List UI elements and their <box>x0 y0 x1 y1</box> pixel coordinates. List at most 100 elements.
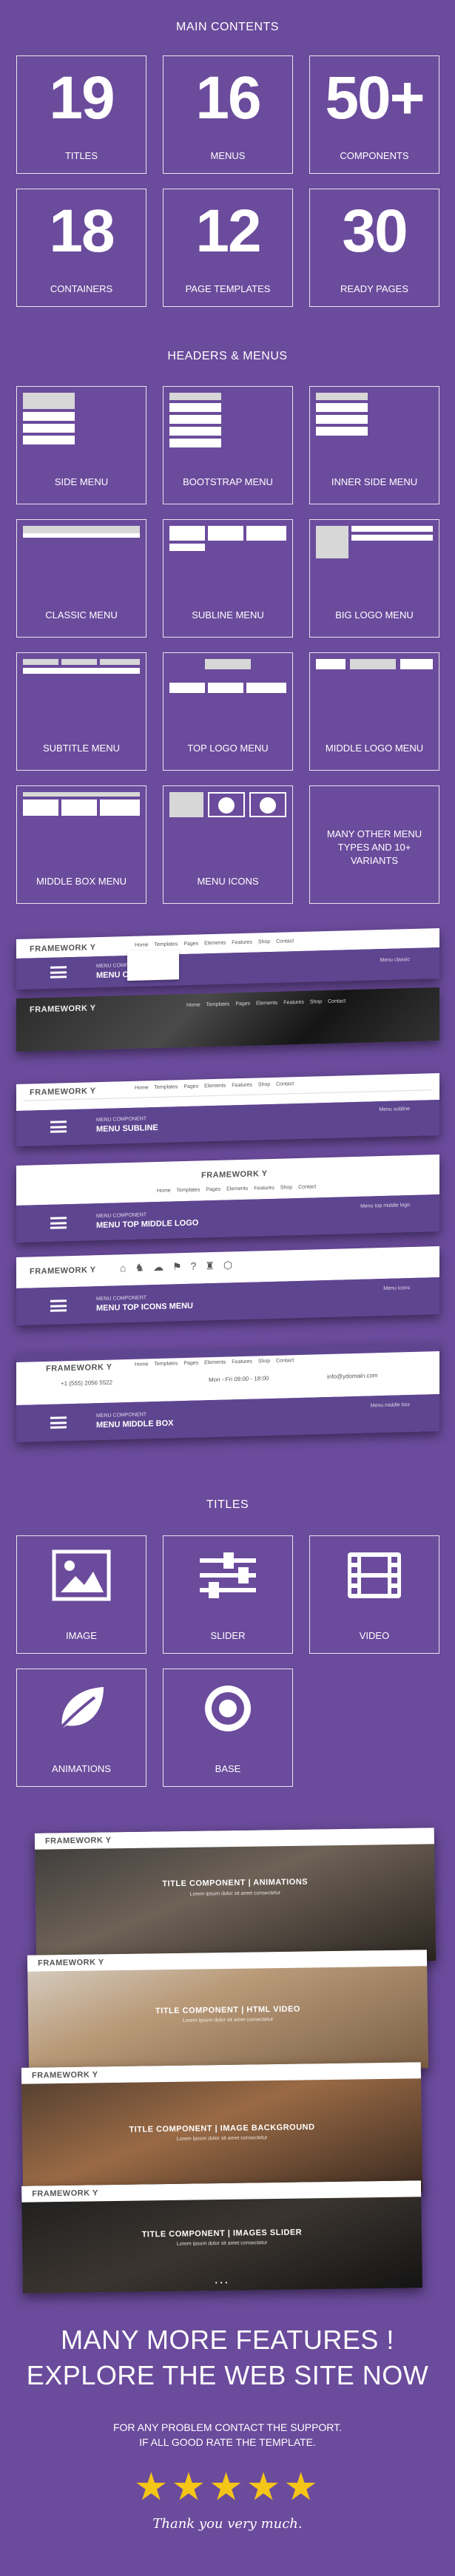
menu-type-inner-side: INNER SIDE MENU <box>309 386 439 504</box>
classic-menu-diagram <box>23 526 140 585</box>
menu-types-grid: SIDE MENU BOOTSTRAP MENU INNER SIDE MENU… <box>16 386 439 904</box>
main-contents-heading: MAIN CONTENTS <box>176 21 279 33</box>
menu-type-label: MIDDLE LOGO MENU <box>325 743 424 754</box>
brand-logo: FRAMEWORK Y <box>30 1004 96 1015</box>
stat-number: 12 <box>195 197 261 265</box>
brand-logo: FRAMEWORK Y <box>46 1362 112 1373</box>
title-type-video: VIDEO <box>309 1535 439 1654</box>
band-subtitle: MENU COMPONENT <box>96 1212 147 1220</box>
band-title: MENU SUBLINE <box>96 1123 158 1135</box>
band-subtitle: MENU COMPONENT <box>96 1116 147 1123</box>
menu-type-middle-box: MIDDLE BOX MENU <box>16 785 146 904</box>
stat-label: TITLES <box>64 150 98 161</box>
preview-menu-middle-box: FRAMEWORK Y Home Templates Pages Element… <box>16 1342 439 1442</box>
band-title: MENU TOP MIDDLE LOGO <box>96 1218 199 1231</box>
menu-type-label: SUBTITLE MENU <box>42 743 120 754</box>
stat-label: PAGE TEMPLATES <box>185 283 271 294</box>
menu-type-icons: MENU ICONS <box>163 785 293 904</box>
inner-side-menu-diagram <box>316 393 433 452</box>
title-types-grid: IMAGE SLIDER VIDEO ANIMATIONS BASE <box>16 1535 439 1787</box>
nav-links: Home Templates Pages Elements Features S… <box>135 1081 294 1091</box>
menu-type-others: MANY OTHER MENU TYPES AND 10+ VARIANTS <box>309 785 439 904</box>
preview-menu-classic: FRAMEWORK Y Home Templates Pages Element… <box>16 928 439 990</box>
rating-stars-icon: ★★★★★ <box>133 2466 322 2509</box>
preview-title-image-background: FRAMEWORK Y TITLE COMPONENT | IMAGE BACK… <box>21 2062 423 2197</box>
brand-logo: FRAMEWORK Y <box>30 943 96 954</box>
nav-links: Home Templates Pages Elements Features S… <box>157 1184 317 1194</box>
side-menu-diagram <box>23 393 140 452</box>
nav-links: Home Templates Pages Elements Features S… <box>135 939 294 948</box>
brand-logo: FRAMEWORK Y <box>44 1836 112 1846</box>
menu-type-label: CLASSIC MENU <box>45 609 118 621</box>
stat-label: MENUS <box>210 150 246 161</box>
film-icon <box>345 1549 404 1601</box>
stat-label: READY PAGES <box>340 283 408 294</box>
brand-logo: FRAMEWORK Y <box>201 1169 268 1180</box>
menu-type-middle-logo: MIDDLE LOGO MENU <box>309 652 439 771</box>
target-icon <box>198 1683 257 1734</box>
menu-type-label: BOOTSTRAP MENU <box>183 476 273 487</box>
preview-title-images-slider: FRAMEWORK Y TITLE COMPONENT | IMAGES SLI… <box>21 2180 422 2293</box>
thanks-text: Thank you very much. <box>152 2516 303 2532</box>
title-type-slider: SLIDER <box>163 1535 293 1654</box>
stat-menus: 16 MENUS <box>163 55 293 174</box>
stat-page-templates: 12 PAGE TEMPLATES <box>163 189 293 307</box>
support-line-2: IF ALL GOOD RATE THE TEMPLATE. <box>139 2436 316 2448</box>
stats-grid: 19 TITLES 16 MENUS 50+ COMPONENTS 18 CONTAIN… <box>16 55 439 307</box>
stat-titles: 19 TITLES <box>16 55 146 174</box>
middle-box-menu-diagram <box>23 792 140 851</box>
title-type-base: BASE <box>163 1669 293 1787</box>
menu-type-subline: SUBLINE MENU <box>163 519 293 638</box>
preview-navbar: FRAMEWORK Y <box>34 1828 435 1850</box>
brand-logo: FRAMEWORK Y <box>32 2188 98 2199</box>
title-type-label: SLIDER <box>210 1630 246 1641</box>
title-type-label: VIDEO <box>359 1630 390 1641</box>
big-logo-menu-diagram <box>316 526 433 585</box>
menu-type-top-logo: TOP LOGO MENU <box>163 652 293 771</box>
band-subtitle: MENU COMPONENT <box>96 1412 147 1419</box>
stat-label: COMPONENTS <box>340 150 409 161</box>
slider-dots[interactable]: ••• <box>215 2279 231 2286</box>
breadcrumb: Menu middle box <box>370 1402 410 1409</box>
menu-type-big-logo: BIG LOGO MENU <box>309 519 439 638</box>
nav-links: Home Templates Pages Elements Features S… <box>135 1358 294 1368</box>
cta-line-1: MANY MORE FEATURES ! <box>61 2325 394 2355</box>
title-type-label: IMAGE <box>66 1630 97 1641</box>
menu-type-label: BIG LOGO MENU <box>335 609 414 621</box>
stat-number: 19 <box>49 64 115 132</box>
brand-logo: FRAMEWORK Y <box>30 1086 96 1098</box>
subtitle-menu-diagram <box>23 659 140 718</box>
menu-type-side: SIDE MENU <box>16 386 146 504</box>
stat-components: 50+ COMPONENTS <box>309 55 439 174</box>
preview-title-video: FRAMEWORK Y TITLE COMPONENT | HTML VIDEO… <box>27 1950 429 2074</box>
band-title: MENU TOP ICONS MENU <box>96 1301 193 1314</box>
stat-containers: 18 CONTAINERS <box>16 189 146 307</box>
dropdown-panel <box>127 950 179 981</box>
top-logo-menu-diagram <box>169 659 286 718</box>
brand-logo: FRAMEWORK Y <box>30 1265 96 1277</box>
title-caption: TITLE COMPONENT | ANIMATIONS <box>162 1877 309 1889</box>
menu-type-label: TOP LOGO MENU <box>187 743 269 754</box>
stat-number: 18 <box>49 197 115 265</box>
menu-type-classic: CLASSIC MENU <box>16 519 146 638</box>
titles-heading: TITLES <box>206 1498 249 1511</box>
phone-info: +1 (555) 2056 5522 <box>61 1379 113 1387</box>
menu-icon-row: ⌂♞☁⚑?♜⬡ <box>120 1259 242 1274</box>
band-subtitle: MENU COMPONENT <box>96 1295 147 1302</box>
hamburger-icon <box>50 1120 67 1133</box>
menu-icons-diagram <box>169 792 286 851</box>
hamburger-icon <box>50 1299 67 1312</box>
band-title: MENU MIDDLE BOX <box>96 1419 174 1430</box>
nav-links: Home Templates Pages Elements Features S… <box>186 998 346 1008</box>
stat-number: 30 <box>342 197 408 265</box>
menu-type-label: SIDE MENU <box>54 476 109 487</box>
menu-type-label: MANY OTHER MENU TYPES AND 10+ VARIANTS <box>326 828 422 866</box>
menu-type-bootstrap: BOOTSTRAP MENU <box>163 386 293 504</box>
preview-menu-top-middle-logo: FRAMEWORK Y Home Templates Pages Element… <box>16 1155 439 1243</box>
image-icon <box>52 1549 111 1601</box>
title-subtext: Lorem ipsum dolor sit amet consectetur <box>189 1890 281 1897</box>
middle-logo-menu-diagram <box>316 659 433 718</box>
breadcrumb: Menu classic <box>380 957 410 964</box>
breadcrumb: Menu icons <box>383 1285 410 1292</box>
breadcrumb: Menu top middle logo <box>360 1203 410 1209</box>
